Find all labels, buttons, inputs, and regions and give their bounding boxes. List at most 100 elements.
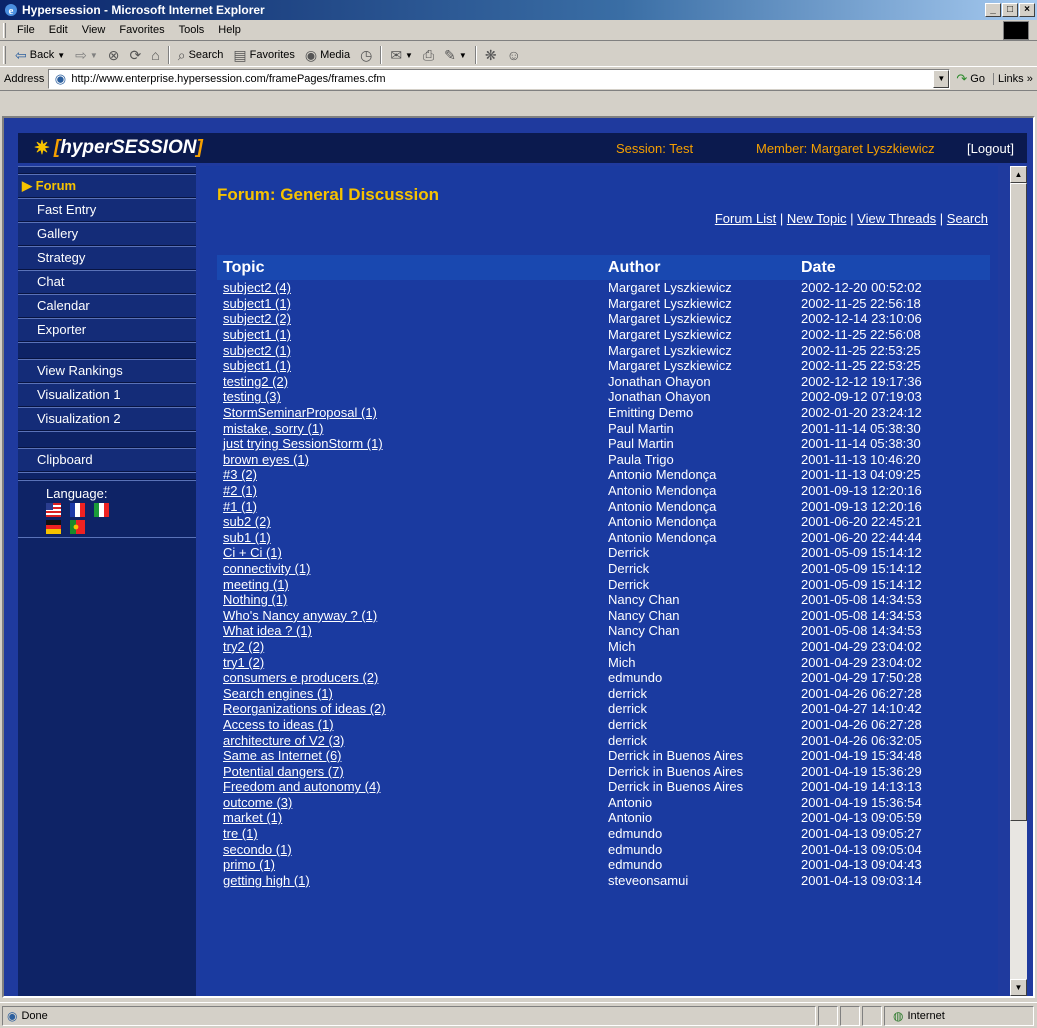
topic-link[interactable]: #1 (1) — [217, 498, 602, 514]
topic-link[interactable]: architecture of V2 (3) — [217, 732, 602, 748]
home-button[interactable]: ⌂ — [146, 47, 164, 63]
logout-link[interactable]: [Logout] — [967, 141, 1014, 156]
topic-link[interactable]: subject1 (1) — [217, 358, 602, 374]
history-button[interactable]: ◷ — [355, 47, 377, 64]
sidebar-item-view-rankings[interactable]: View Rankings — [18, 359, 196, 383]
topic-link[interactable]: Ci + Ci (1) — [217, 545, 602, 561]
address-input[interactable]: ◉ http://www.enterprise.hypersession.com… — [48, 68, 951, 89]
dropdown-icon[interactable]: ▼ — [405, 51, 413, 60]
flag-germany-icon[interactable] — [46, 520, 61, 534]
flag-italy-icon[interactable] — [94, 503, 109, 517]
mail-button[interactable]: ✉ ▼ — [385, 47, 418, 64]
minimize-button[interactable]: _ — [985, 3, 1001, 17]
topic-link[interactable]: Nothing (1) — [217, 592, 602, 608]
address-url[interactable]: http://www.enterprise.hypersession.com/f… — [71, 73, 385, 85]
edit-button[interactable]: ✎ ▼ — [439, 47, 472, 64]
sidebar-item-exporter[interactable]: Exporter — [18, 318, 196, 342]
date-cell: 2001-04-19 14:13:13 — [801, 779, 922, 795]
sidebar-item-forum[interactable]: ▶ Forum — [18, 174, 196, 198]
author-cell: derrick — [608, 685, 648, 701]
print-button[interactable]: ⎙ — [418, 47, 439, 64]
menu-edit[interactable]: Edit — [42, 24, 75, 36]
close-button[interactable]: × — [1019, 3, 1035, 17]
topic-link[interactable]: Reorganizations of ideas (2) — [217, 701, 602, 717]
title-bar[interactable]: e Hypersession - Microsoft Internet Expl… — [0, 0, 1037, 20]
sidebar-item-gallery[interactable]: Gallery — [18, 222, 196, 246]
links-button[interactable]: Links » — [992, 72, 1033, 85]
flag-portugal-icon[interactable] — [70, 520, 85, 534]
media-button[interactable]: ◉ Media — [300, 47, 355, 64]
sidebar-item-visualization-2[interactable]: Visualization 2 — [18, 407, 196, 431]
topic-link[interactable]: subject2 (2) — [217, 311, 602, 327]
topic-link[interactable]: brown eyes (1) — [217, 452, 602, 468]
topic-link[interactable]: #2 (1) — [217, 483, 602, 499]
menu-view[interactable]: View — [75, 24, 113, 36]
topic-link[interactable]: StormSeminarProposal (1) — [217, 405, 602, 421]
flag-us-icon[interactable] — [46, 503, 61, 517]
sidebar-item-calendar[interactable]: Calendar — [18, 294, 196, 318]
maximize-button[interactable]: □ — [1002, 3, 1018, 17]
search-link[interactable]: Search — [947, 211, 988, 226]
refresh-button[interactable]: ⟳ — [125, 47, 147, 64]
topic-link[interactable]: #3 (2) — [217, 467, 602, 483]
scroll-down-icon[interactable]: ▼ — [1010, 979, 1027, 996]
favorites-button[interactable]: ▤ Favorites — [228, 47, 299, 64]
search-button[interactable]: ⌕ Search — [173, 47, 229, 64]
topic-link[interactable]: Freedom and autonomy (4) — [217, 779, 602, 795]
go-button[interactable]: ↷ Go — [956, 71, 985, 87]
topic-link[interactable]: testing (3) — [217, 389, 602, 405]
topic-link[interactable]: Same as Internet (6) — [217, 748, 602, 764]
topic-link[interactable]: market (1) — [217, 810, 602, 826]
topic-link[interactable]: Potential dangers (7) — [217, 763, 602, 779]
topic-link[interactable]: subject1 (1) — [217, 327, 602, 343]
stop-button[interactable]: ⊗ — [103, 47, 125, 64]
topic-link[interactable]: try2 (2) — [217, 639, 602, 655]
topic-link[interactable]: subject1 (1) — [217, 296, 602, 312]
topic-link[interactable]: outcome (3) — [217, 795, 602, 811]
menu-tools[interactable]: Tools — [172, 24, 212, 36]
view-threads-link[interactable]: View Threads — [857, 211, 936, 226]
dropdown-icon[interactable]: ▼ — [459, 51, 467, 60]
topic-link[interactable]: consumers e producers (2) — [217, 670, 602, 686]
topic-link[interactable]: primo (1) — [217, 857, 602, 873]
topic-link[interactable]: Access to ideas (1) — [217, 717, 602, 733]
topic-link[interactable]: mistake, sorry (1) — [217, 420, 602, 436]
topic-link[interactable]: sub1 (1) — [217, 530, 602, 546]
sidebar-item-chat[interactable]: Chat — [18, 270, 196, 294]
topic-link[interactable]: Search engines (1) — [217, 685, 602, 701]
topic-link[interactable]: secondo (1) — [217, 841, 602, 857]
scrollbar-thumb[interactable] — [1010, 183, 1027, 821]
topic-link[interactable]: getting high (1) — [217, 873, 602, 889]
menu-favorites[interactable]: Favorites — [112, 24, 171, 36]
discuss-button[interactable]: ❋ — [480, 47, 502, 64]
topic-link[interactable]: subject2 (1) — [217, 342, 602, 358]
menu-file[interactable]: File — [10, 24, 42, 36]
forum-list-link[interactable]: Forum List — [715, 211, 776, 226]
new-topic-link[interactable]: New Topic — [787, 211, 847, 226]
address-dropdown-icon[interactable]: ▼ — [933, 69, 950, 88]
flag-france-icon[interactable] — [70, 503, 85, 517]
topic-link[interactable]: sub2 (2) — [217, 514, 602, 530]
dropdown-icon[interactable]: ▼ — [90, 51, 98, 60]
forward-button[interactable]: ⇨ ▼ — [70, 47, 103, 64]
topic-link[interactable]: tre (1) — [217, 826, 602, 842]
scroll-up-icon[interactable]: ▲ — [1010, 166, 1027, 183]
messenger-button[interactable]: ☺ — [502, 47, 526, 63]
sidebar-item-clipboard[interactable]: Clipboard — [18, 448, 196, 472]
topic-link[interactable]: connectivity (1) — [217, 561, 602, 577]
sidebar-item-visualization-1[interactable]: Visualization 1 — [18, 383, 196, 407]
session-label: Session: Test — [616, 140, 694, 156]
back-button[interactable]: ⇦ Back ▼ — [10, 47, 70, 64]
topic-link[interactable]: subject2 (4) — [217, 280, 602, 296]
sidebar-item-fast-entry[interactable]: Fast Entry — [18, 198, 196, 222]
menu-help[interactable]: Help — [211, 24, 248, 36]
dropdown-icon[interactable]: ▼ — [57, 51, 65, 60]
topic-link[interactable]: What idea ? (1) — [217, 623, 602, 639]
topic-link[interactable]: Who's Nancy anyway ? (1) — [217, 607, 602, 623]
topic-link[interactable]: try1 (2) — [217, 654, 602, 670]
topic-link[interactable]: testing2 (2) — [217, 374, 602, 390]
sidebar-item-strategy[interactable]: Strategy — [18, 246, 196, 270]
topic-link[interactable]: just trying SessionStorm (1) — [217, 436, 602, 452]
topic-link[interactable]: meeting (1) — [217, 576, 602, 592]
vertical-scrollbar[interactable]: ▲ ▼ — [1010, 166, 1027, 996]
